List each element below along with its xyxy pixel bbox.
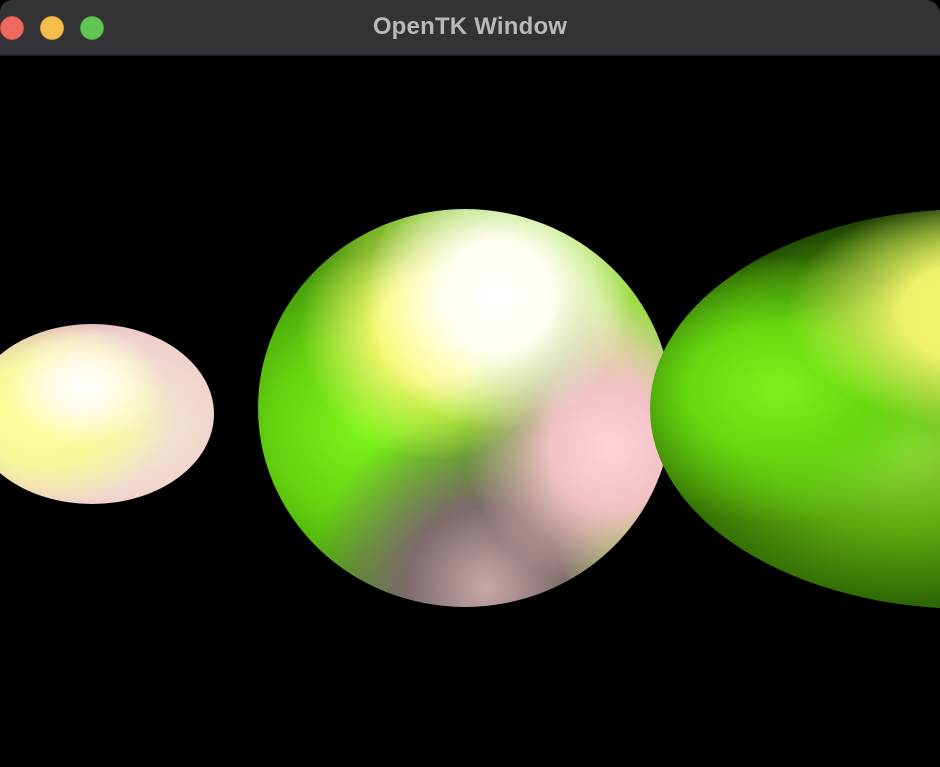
- left-sphere: [0, 324, 214, 504]
- right-sphere: [650, 209, 940, 609]
- window-title: OpenTK Window: [372, 13, 568, 40]
- title-bar[interactable]: OpenTK Window: [0, 0, 940, 56]
- opentk-window: OpenTK Window: [0, 0, 940, 767]
- center-sphere: [258, 209, 672, 607]
- render-viewport[interactable]: [0, 56, 940, 767]
